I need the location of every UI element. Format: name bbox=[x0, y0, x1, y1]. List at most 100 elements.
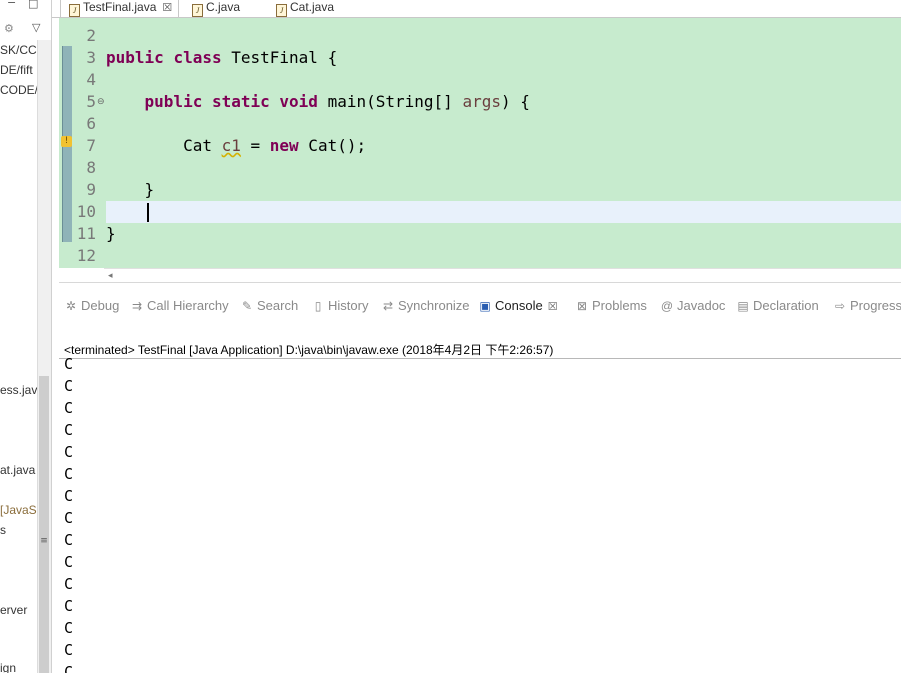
line-number: 6 bbox=[86, 114, 96, 133]
code-line[interactable]: } bbox=[106, 223, 116, 245]
javadoc-icon: @ bbox=[660, 299, 674, 313]
tab-label: Search bbox=[257, 298, 299, 313]
tree-item-fragment[interactable]: DE/fift bbox=[0, 63, 33, 77]
progress-icon: ⇨ bbox=[834, 299, 846, 313]
change-marker bbox=[62, 112, 72, 242]
collapse-all-icon[interactable]: ⚙ bbox=[4, 22, 14, 35]
history-icon: ▯ bbox=[314, 299, 322, 313]
code-editor[interactable]: ! 2 3 4 5 ⊖ 6 7 8 9 10 11 12 public clas… bbox=[59, 18, 901, 268]
tab-call-hierarchy[interactable]: ⇉ Call Hierarchy bbox=[130, 297, 229, 315]
line-number: 5 bbox=[86, 92, 96, 111]
tab-testfinal-java[interactable]: J TestFinal.java ☒ bbox=[60, 0, 180, 17]
console-line: C bbox=[64, 443, 74, 461]
tab-progress[interactable]: ⇨ Progress bbox=[833, 297, 901, 315]
code-line[interactable]: Cat c1 = new Cat(); bbox=[106, 135, 366, 157]
fold-toggle-icon[interactable]: ⊖ bbox=[97, 97, 105, 107]
editor-border bbox=[59, 282, 901, 283]
console-line: C bbox=[64, 575, 74, 593]
code-line[interactable]: public static void main(String[] args) { bbox=[106, 91, 530, 113]
close-tab-icon[interactable]: ☒ bbox=[548, 301, 558, 313]
tab-debug[interactable]: ✲ Debug bbox=[64, 297, 119, 315]
console-line: C bbox=[64, 355, 74, 373]
code-token: main(String[] bbox=[317, 92, 463, 111]
tab-synchronize[interactable]: ⇄ Synchronize bbox=[381, 297, 470, 315]
tab-label: Call Hierarchy bbox=[147, 298, 229, 313]
scroll-left-icon[interactable]: ◂ bbox=[108, 269, 113, 283]
console-line: C bbox=[64, 465, 74, 483]
keyword-token: static bbox=[211, 92, 270, 111]
keyword-token: class bbox=[173, 48, 222, 67]
line-number: 8 bbox=[86, 158, 96, 177]
code-token: ) { bbox=[500, 92, 530, 111]
keyword-token: public bbox=[106, 48, 164, 67]
line-number: 12 bbox=[76, 246, 96, 265]
panel-divider[interactable] bbox=[51, 0, 52, 673]
console-line: C bbox=[64, 421, 74, 439]
call-hierarchy-icon: ⇉ bbox=[131, 299, 143, 313]
console-output[interactable]: CCCCCCCCCCCCCCCC bbox=[64, 355, 884, 673]
code-line[interactable]: } bbox=[106, 179, 155, 201]
tree-item-fragment[interactable]: at.java bbox=[0, 463, 35, 477]
variable-token: args bbox=[462, 92, 501, 111]
java-file-icon: J bbox=[69, 4, 80, 17]
tab-label: Console bbox=[495, 298, 543, 313]
code-token: } bbox=[106, 224, 116, 243]
tab-search[interactable]: ✎ Search bbox=[240, 297, 298, 315]
tab-label: Cat.java bbox=[290, 0, 335, 14]
minimize-button[interactable]: − bbox=[7, 0, 16, 9]
keyword-token: public bbox=[144, 92, 203, 111]
annotation-ruler[interactable]: ! bbox=[59, 18, 74, 268]
tab-label: Problems bbox=[592, 298, 647, 313]
tab-cat-java[interactable]: J Cat.java bbox=[276, 0, 334, 17]
tree-item-fragment[interactable]: ign bbox=[0, 661, 16, 673]
tree-item-fragment[interactable]: CODE/ bbox=[0, 83, 38, 97]
close-tab-icon[interactable]: ☒ bbox=[162, 2, 172, 14]
scrollbar-grip-icon: ≡ bbox=[40, 536, 48, 546]
console-line: C bbox=[64, 487, 74, 505]
tab-c-java[interactable]: J C.java bbox=[192, 0, 240, 17]
tab-label: Synchronize bbox=[398, 298, 470, 313]
tab-problems[interactable]: ⊠ Problems bbox=[575, 297, 647, 315]
console-line: C bbox=[64, 377, 74, 395]
tree-item-fragment[interactable]: SK/CC bbox=[0, 43, 37, 57]
console-line: C bbox=[64, 509, 74, 527]
tab-label: Progress bbox=[850, 298, 901, 313]
tab-console[interactable]: ▣ Console ☒ bbox=[478, 297, 558, 315]
tree-item-fragment[interactable]: erver bbox=[0, 603, 27, 617]
console-line: C bbox=[64, 619, 74, 637]
view-menu-button[interactable]: ▽ bbox=[32, 21, 40, 34]
horizontal-scrollbar[interactable]: ◂ bbox=[104, 268, 901, 283]
tab-label: History bbox=[328, 298, 369, 313]
tab-label: Javadoc bbox=[677, 298, 726, 313]
editor-bottom-spacer bbox=[59, 268, 104, 282]
code-area[interactable]: public class TestFinal { public static v… bbox=[106, 18, 901, 268]
code-token: } bbox=[106, 180, 155, 199]
scrollbar-thumb[interactable] bbox=[39, 376, 49, 673]
console-line: C bbox=[64, 531, 74, 549]
tab-declaration[interactable]: ▤ Declaration bbox=[736, 297, 818, 315]
line-number: 9 bbox=[86, 180, 96, 199]
change-marker bbox=[62, 46, 72, 90]
tree-item-fragment[interactable]: [JavaS bbox=[0, 503, 37, 517]
search-icon: ✎ bbox=[241, 299, 253, 313]
console-line: C bbox=[64, 597, 74, 615]
tab-history[interactable]: ▯ History bbox=[311, 297, 369, 315]
view-tab-bar: ✲ Debug ⇉ Call Hierarchy ✎ Search ▯ History ⇄ Syn… bbox=[59, 293, 901, 319]
maximize-button[interactable]: □ bbox=[28, 0, 38, 10]
console-line: C bbox=[64, 399, 74, 417]
variable-token: c1 bbox=[221, 136, 241, 155]
line-number: 2 bbox=[86, 26, 96, 45]
code-line[interactable]: public class TestFinal { bbox=[106, 47, 337, 69]
warning-icon[interactable]: ! bbox=[61, 136, 72, 147]
package-explorer-panel: − □ ⚙ ▽ SK/CC DE/fift CODE/ ess.jav at.j… bbox=[0, 0, 52, 673]
tab-label: TestFinal.java bbox=[83, 0, 157, 14]
problems-icon: ⊠ bbox=[576, 299, 588, 313]
tab-javadoc[interactable]: @ Javadoc bbox=[660, 297, 726, 315]
code-token: = bbox=[240, 136, 270, 155]
synchronize-icon: ⇄ bbox=[382, 299, 394, 313]
tree-item-fragment[interactable]: s bbox=[0, 523, 6, 537]
text-caret bbox=[147, 203, 149, 222]
tree-item-fragment[interactable]: ess.jav bbox=[0, 383, 37, 397]
